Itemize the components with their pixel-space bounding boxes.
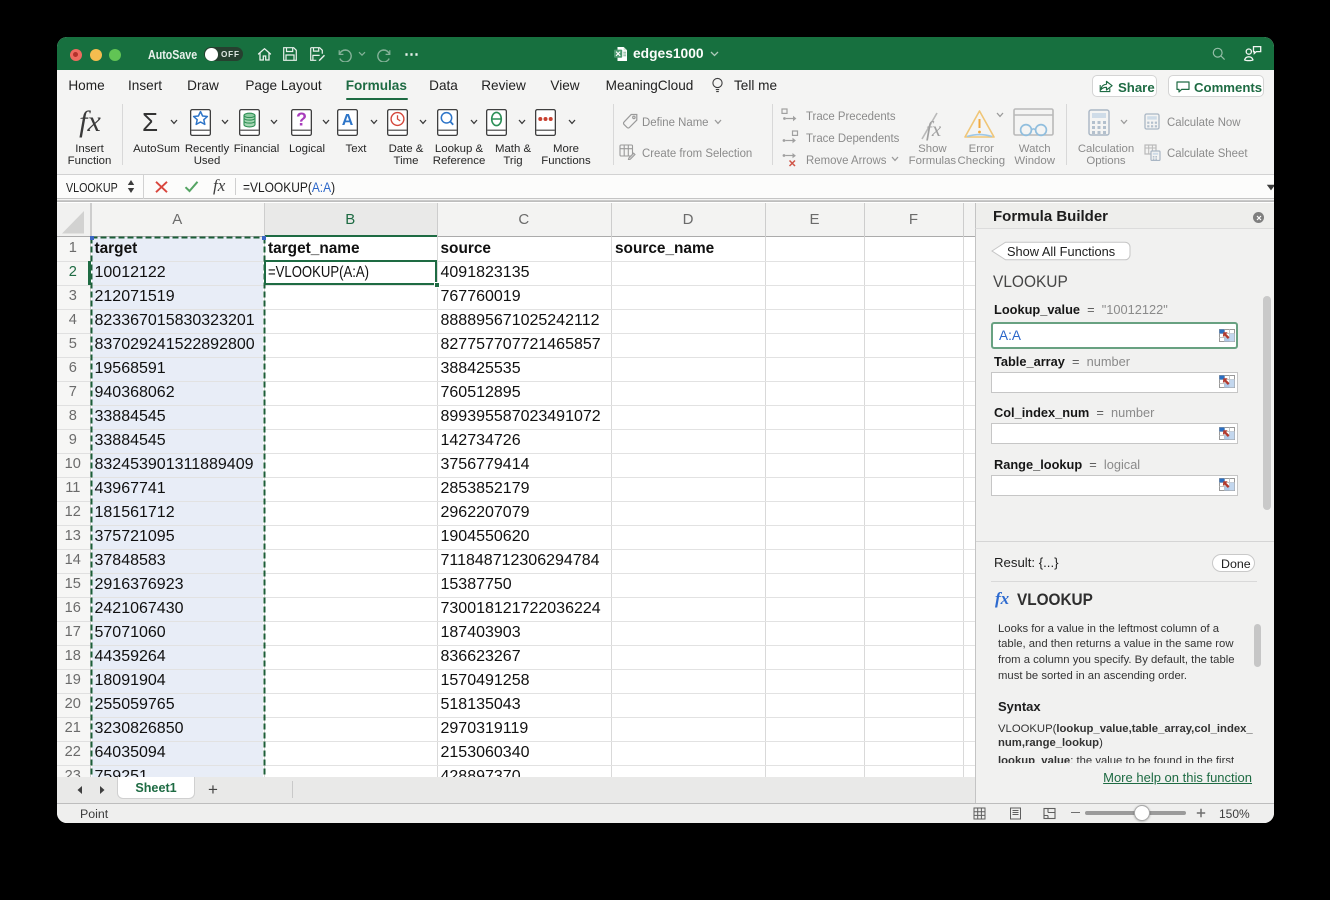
svg-text:?: ? xyxy=(296,110,307,130)
svg-text:fx: fx xyxy=(926,117,942,141)
svg-text:A: A xyxy=(342,112,354,129)
